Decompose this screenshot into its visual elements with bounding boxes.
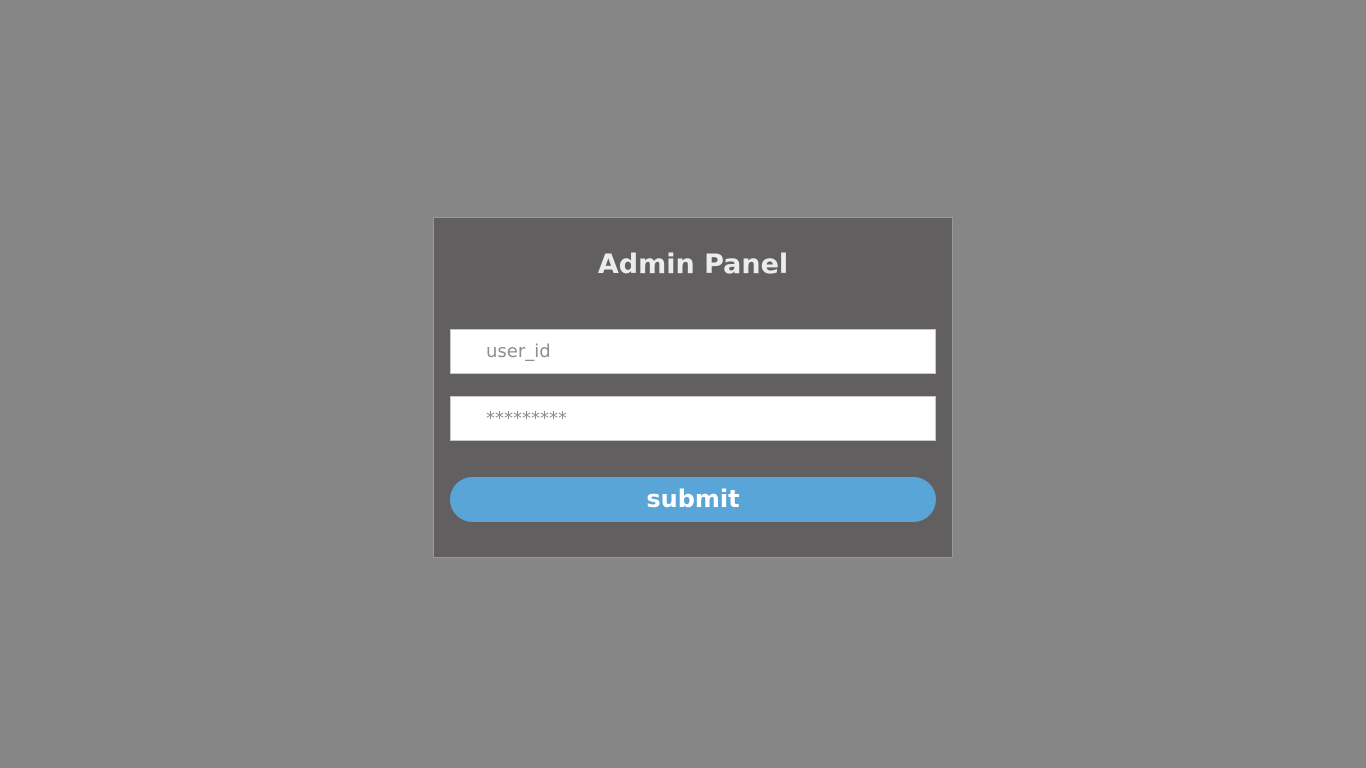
login-panel: Admin Panel submit [433, 217, 953, 558]
submit-button[interactable]: submit [450, 477, 936, 522]
user-id-input[interactable] [450, 329, 936, 374]
password-input[interactable] [450, 396, 936, 441]
panel-title: Admin Panel [597, 249, 789, 280]
